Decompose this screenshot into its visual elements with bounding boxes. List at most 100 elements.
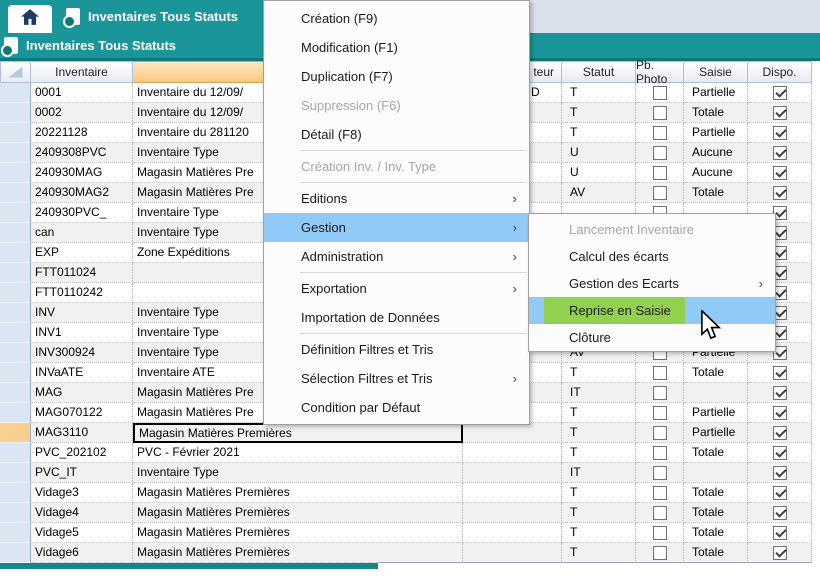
cell-statut[interactable]: U [562, 163, 636, 183]
table-row[interactable]: MAG3110 Magasin Matières Premières T Par… [0, 423, 812, 443]
cell-statut[interactable]: T [562, 363, 636, 383]
cell-inventaire[interactable]: 240930MAG2 [31, 183, 133, 203]
pb-photo-checkbox[interactable] [653, 106, 667, 120]
row-selector[interactable] [0, 83, 31, 103]
pb-photo-checkbox[interactable] [653, 526, 667, 540]
menu-item-modification[interactable]: Modification (F1) [264, 33, 529, 62]
row-selector[interactable] [0, 343, 31, 363]
cell-inventaire[interactable]: 0001 [31, 83, 133, 103]
row-selector[interactable] [0, 523, 31, 543]
cell-dispo[interactable] [748, 503, 812, 523]
cell-statut[interactable]: T [562, 483, 636, 503]
pb-photo-checkbox[interactable] [653, 546, 667, 560]
dispo-checkbox[interactable] [773, 526, 787, 540]
cell-inventaire[interactable]: 0002 [31, 103, 133, 123]
cell-inventaire[interactable]: 20221128 [31, 123, 133, 143]
cell-saisie[interactable]: Aucune [684, 163, 748, 183]
pb-photo-checkbox[interactable] [653, 466, 667, 480]
row-selector[interactable] [0, 483, 31, 503]
cell-saisie[interactable]: Totale [684, 543, 748, 563]
cell-inventaire[interactable]: Vidage3 [31, 483, 133, 503]
cell-saisie[interactable]: Totale [684, 483, 748, 503]
row-selector[interactable] [0, 403, 31, 423]
table-row[interactable]: Vidage3 Magasin Matières Premières T Tot… [0, 483, 812, 503]
cell-pb-photo[interactable] [636, 83, 684, 103]
cell-pb-photo[interactable] [636, 103, 684, 123]
pb-photo-checkbox[interactable] [653, 446, 667, 460]
dispo-checkbox[interactable] [773, 506, 787, 520]
dispo-checkbox[interactable] [773, 86, 787, 100]
column-header-dispo[interactable]: Dispo. [748, 61, 812, 83]
cell-saisie[interactable] [684, 463, 748, 483]
row-selector[interactable] [0, 243, 31, 263]
cell-saisie[interactable]: Partielle [684, 423, 748, 443]
table-row[interactable]: PVC_IT Inventaire Type IT [0, 463, 812, 483]
cell-statut[interactable]: T [562, 503, 636, 523]
cell-operateur[interactable] [463, 503, 562, 523]
cell-pb-photo[interactable] [636, 143, 684, 163]
select-all-corner[interactable] [0, 61, 31, 83]
cell-inventaire[interactable]: MAG070122 [31, 403, 133, 423]
cell-saisie[interactable]: Totale [684, 523, 748, 543]
cell-dispo[interactable] [748, 143, 812, 163]
menu-item-editions[interactable]: Editions › [264, 184, 529, 213]
cell-statut[interactable]: U [562, 143, 636, 163]
tab-home[interactable] [8, 5, 52, 33]
pb-photo-checkbox[interactable] [653, 506, 667, 520]
submenu-item-reprise-en-saisie[interactable]: Reprise en Saisie [529, 297, 775, 324]
dispo-checkbox[interactable] [773, 386, 787, 400]
cell-saisie[interactable]: Aucune [684, 143, 748, 163]
cell-statut[interactable]: T [562, 523, 636, 543]
dispo-checkbox[interactable] [773, 106, 787, 120]
cell-inventaire[interactable]: INV [31, 303, 133, 323]
cell-inventaire[interactable]: 240930MAG [31, 163, 133, 183]
table-row[interactable]: PVC_202102 PVC - Février 2021 T Totale [0, 443, 812, 463]
row-selector[interactable] [0, 103, 31, 123]
pb-photo-checkbox[interactable] [653, 386, 667, 400]
cell-operateur[interactable] [463, 463, 562, 483]
cell-inventaire[interactable]: INV300924 [31, 343, 133, 363]
cell-dispo[interactable] [748, 543, 812, 563]
row-selector[interactable] [0, 463, 31, 483]
cell-saisie[interactable]: Totale [684, 363, 748, 383]
row-selector[interactable] [0, 443, 31, 463]
dispo-checkbox[interactable] [773, 486, 787, 500]
cell-dispo[interactable] [748, 423, 812, 443]
pb-photo-checkbox[interactable] [653, 126, 667, 140]
column-header-statut[interactable]: Statut [562, 61, 636, 83]
cell-inventaire[interactable]: MAG [31, 383, 133, 403]
submenu-item-cloture[interactable]: Clôture [529, 324, 775, 351]
menu-item-definition-filtres[interactable]: Définition Filtres et Tris [264, 335, 529, 364]
column-header-pb-photo[interactable]: Pb. Photo [636, 61, 684, 83]
pb-photo-checkbox[interactable] [653, 406, 667, 420]
row-selector[interactable] [0, 163, 31, 183]
dispo-checkbox[interactable] [773, 166, 787, 180]
cell-statut[interactable]: T [562, 103, 636, 123]
row-selector[interactable] [0, 543, 31, 563]
cell-dispo[interactable] [748, 403, 812, 423]
cell-operateur[interactable] [463, 543, 562, 563]
cell-dispo[interactable] [748, 83, 812, 103]
row-selector[interactable] [0, 283, 31, 303]
cell-designation[interactable]: PVC - Février 2021 [133, 443, 463, 463]
cell-designation[interactable]: Magasin Matières Premières [133, 523, 463, 543]
cell-inventaire[interactable]: EXP [31, 243, 133, 263]
cell-pb-photo[interactable] [636, 123, 684, 143]
cell-designation[interactable]: Magasin Matières Premières [133, 483, 463, 503]
cell-designation[interactable]: Magasin Matières Premières [133, 423, 463, 443]
cell-pb-photo[interactable] [636, 163, 684, 183]
cell-dispo[interactable] [748, 443, 812, 463]
cell-statut[interactable]: T [562, 403, 636, 423]
cell-pb-photo[interactable] [636, 383, 684, 403]
cell-dispo[interactable] [748, 523, 812, 543]
cell-designation[interactable]: Inventaire Type [133, 463, 463, 483]
cell-statut[interactable]: T [562, 423, 636, 443]
dispo-checkbox[interactable] [773, 466, 787, 480]
cell-pb-photo[interactable] [636, 543, 684, 563]
cell-saisie[interactable]: Partielle [684, 83, 748, 103]
row-selector[interactable] [0, 323, 31, 343]
row-selector[interactable] [0, 503, 31, 523]
cell-pb-photo[interactable] [636, 463, 684, 483]
menu-item-selection-filtres[interactable]: Sélection Filtres et Tris › [264, 364, 529, 393]
row-selector[interactable] [0, 363, 31, 383]
